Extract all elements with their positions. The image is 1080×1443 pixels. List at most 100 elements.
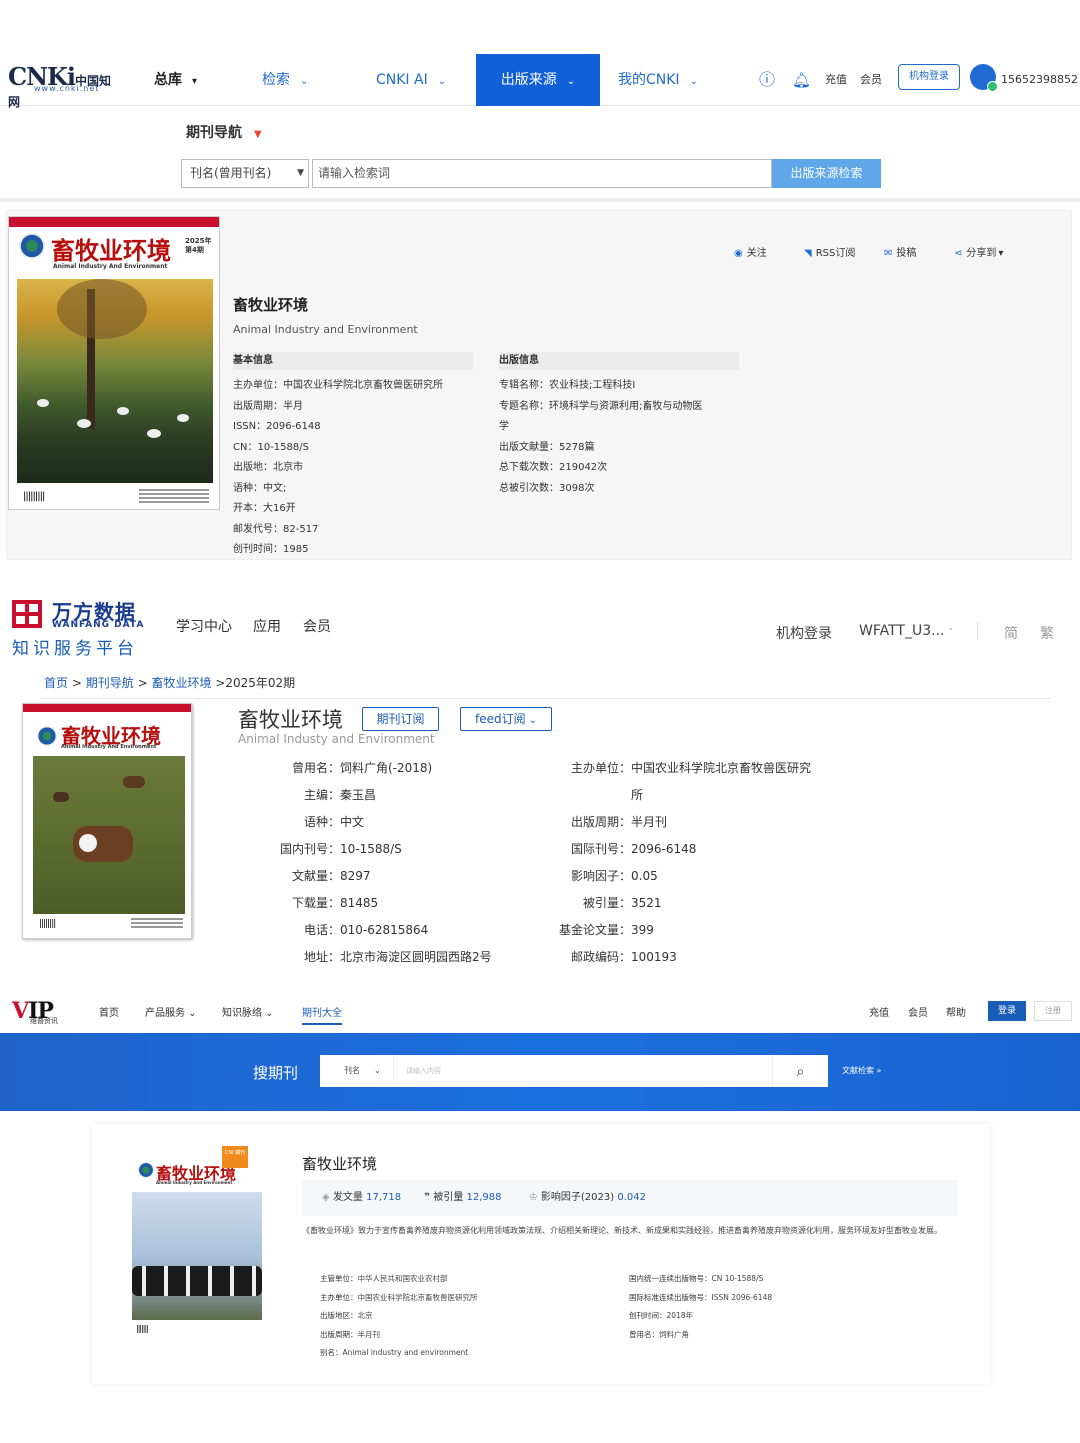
- nav-member[interactable]: 会员: [303, 616, 331, 636]
- basic-info-list: 主办单位：中国农业科学院北京畜牧兽医研究所 出版周期：半月 ISSN：2096-61…: [233, 376, 493, 561]
- recharge-link[interactable]: 充值: [825, 54, 847, 106]
- breadcrumb-journal[interactable]: 畜牧业环境: [151, 676, 211, 690]
- info-row: 出版周期：半月刊: [540, 814, 860, 830]
- breadcrumb: 首页 > 期刊导航 > 畜牧业环境 >2025年02期: [44, 676, 296, 690]
- search-journal-label: 搜期刊: [253, 1064, 299, 1082]
- journal-subscribe-button[interactable]: 期刊订阅: [362, 707, 439, 731]
- source-search-button[interactable]: 出版来源检索: [772, 159, 881, 188]
- advanced-search-link[interactable]: 文献检索 »: [842, 1065, 881, 1076]
- info-row: 创刊时间：2018年: [629, 1307, 929, 1326]
- rss-button[interactable]: ◥ RSS订阅: [804, 244, 855, 259]
- info-value: 010-62815864: [340, 923, 429, 937]
- info-label: 主编：: [303, 788, 340, 802]
- info-row: 电话：010-62815864: [250, 922, 550, 938]
- search-field-select[interactable]: 刊名 ⌄: [320, 1055, 394, 1087]
- nav-search[interactable]: 检索 ⌄: [262, 54, 308, 106]
- nav-journals[interactable]: 期刊大全: [302, 1004, 342, 1025]
- simplified-toggle[interactable]: 简: [1004, 623, 1018, 643]
- divider: [0, 198, 1080, 202]
- journal-info-right: 主办单位：中国农业科学院北京畜牧兽医研究所出版周期：半月刊 国际刊号：2096-6…: [540, 760, 860, 976]
- member-link[interactable]: 会员: [908, 1004, 928, 1019]
- journal-cover-image: 畜牧业环境 2025年 第4期 Animal Industry And Envi…: [8, 216, 220, 510]
- search-field-select[interactable]: 刊名(曾用刊名) ▼: [181, 159, 309, 188]
- bell-icon[interactable]: 🔔︎: [792, 54, 811, 106]
- info-label: 开本：: [233, 503, 263, 514]
- info-value: 1985: [283, 544, 309, 555]
- info-value: 农业科技;工程科技I: [549, 380, 636, 391]
- info-value: 82-517: [283, 523, 319, 535]
- info-value: 10-1588/S: [340, 842, 402, 856]
- info-row: 所: [540, 787, 860, 803]
- register-button[interactable]: 注册: [1034, 1001, 1072, 1021]
- help-link[interactable]: 帮助: [946, 1004, 966, 1019]
- nav-my-cnki[interactable]: 我的CNKI ⌄: [618, 54, 698, 106]
- help-icon[interactable]: ⓘ: [759, 54, 775, 106]
- info-value: 北京: [357, 1311, 373, 1320]
- info-value: 中国农业科学院北京畜牧兽医研究所: [283, 380, 443, 391]
- info-row: 主编：秦玉昌: [250, 787, 550, 803]
- info-row: 邮发代号：82-517: [233, 520, 493, 541]
- info-row: 别名：Animal industry and environment: [320, 1344, 620, 1363]
- basic-info-heading: 基本信息: [233, 352, 473, 370]
- cnki-navbar: CNKi中国知网 www.cnki.net 总库 ▾ 检索 ⌄ CNKI AI ⌄ 出…: [0, 54, 1080, 109]
- user-menu[interactable]: WFATT_U3... ˅: [859, 623, 953, 639]
- login-button[interactable]: 登录: [988, 1001, 1026, 1021]
- journal-cover-image: 畜牧业环境 Animal Industry And Environment ||…: [22, 703, 192, 939]
- wanfang-logo-icon[interactable]: [12, 600, 42, 628]
- info-value: CN 10-1588/S: [711, 1274, 764, 1283]
- nav-cnki-ai[interactable]: CNKI AI ⌄: [376, 54, 446, 106]
- user-avatar[interactable]: [970, 64, 998, 92]
- nav-products[interactable]: 产品服务 ⌄: [145, 1004, 197, 1019]
- traditional-toggle[interactable]: 繁: [1040, 623, 1054, 643]
- share-button[interactable]: ⋖ 分享到 ▾: [954, 244, 1003, 259]
- feed-subscribe-button[interactable]: feed订阅 ⌄: [460, 707, 552, 731]
- cover-photo-sheep-landscape: [17, 279, 213, 483]
- info-label: 邮发代号：: [233, 523, 283, 535]
- journal-info-right: 国内统一连续出版物号：CN 10-1588/S 国际标准连续出版物号：ISSN 2…: [629, 1270, 929, 1344]
- institution-login-button[interactable]: 机构登录: [898, 64, 960, 90]
- chevron-down-icon: ⌄: [566, 76, 576, 87]
- info-value: 中文: [340, 815, 365, 829]
- eye-icon: ◉: [734, 248, 743, 259]
- info-row: 地址：北京市海淀区圆明园西路2号: [250, 949, 550, 965]
- member-link[interactable]: 会员: [860, 54, 882, 106]
- journal-navigation-dropdown[interactable]: 期刊导航 ▼: [186, 122, 262, 142]
- journal-description: 《畜牧业环境》致力于宣传畜禽养殖废弃物资源化利用领域政策法规、介绍相关新理论、新…: [302, 1226, 942, 1235]
- caret-down-icon: ▾: [192, 76, 198, 87]
- info-row: 出版地：北京市: [233, 458, 493, 479]
- info-label: 国际刊号：: [570, 842, 631, 856]
- recharge-link[interactable]: 充值: [869, 1004, 889, 1019]
- search-input[interactable]: 请输入检索词: [312, 159, 772, 188]
- info-row: 下载量：81485: [250, 895, 550, 911]
- nav-apps[interactable]: 应用: [253, 616, 281, 636]
- nav-knowledge[interactable]: 知识脉络 ⌄: [222, 1004, 274, 1019]
- info-row: 出版周期：半月刊: [320, 1326, 620, 1345]
- institution-login-link[interactable]: 机构登录: [776, 623, 832, 643]
- info-row: 曾用名：饲料广角: [629, 1326, 929, 1345]
- nav-study-center[interactable]: 学习中心: [176, 616, 232, 636]
- info-label: 语种：: [303, 815, 340, 829]
- follow-button[interactable]: ◉ 关注: [734, 244, 767, 259]
- cnki-logo[interactable]: CNKi中国知网 www.cnki.net: [8, 62, 123, 109]
- document-icon: ◈: [322, 1192, 330, 1203]
- breadcrumb-home[interactable]: 首页: [44, 676, 68, 690]
- info-label: 出版地：: [233, 462, 273, 473]
- search-button[interactable]: ⌕: [772, 1055, 828, 1087]
- user-phone[interactable]: 15652398852: [1001, 54, 1078, 106]
- info-label: 出版地区：: [320, 1311, 358, 1320]
- info-row: CN：10-1588/S: [233, 438, 493, 459]
- nav-publication-source[interactable]: 出版来源 ⌄: [476, 54, 600, 106]
- nav-home[interactable]: 首页: [99, 1004, 119, 1019]
- info-label: 别名：: [320, 1348, 343, 1357]
- breadcrumb-journal-nav[interactable]: 期刊导航: [86, 676, 134, 690]
- submit-manuscript-button[interactable]: ✉ 投稿: [884, 244, 916, 259]
- search-input[interactable]: 请输入内容: [406, 1055, 441, 1087]
- info-label: 主办单位：: [233, 380, 283, 391]
- publication-info-heading: 出版信息: [499, 352, 739, 370]
- divider: [40, 698, 1050, 699]
- nav-total-library[interactable]: 总库 ▾: [154, 54, 197, 106]
- info-label: ISSN：: [233, 421, 267, 432]
- chevron-down-icon: ⌄: [689, 76, 698, 87]
- info-label: 国际标准连续出版物号：: [629, 1292, 712, 1302]
- info-label: 总被引次数：: [499, 482, 559, 494]
